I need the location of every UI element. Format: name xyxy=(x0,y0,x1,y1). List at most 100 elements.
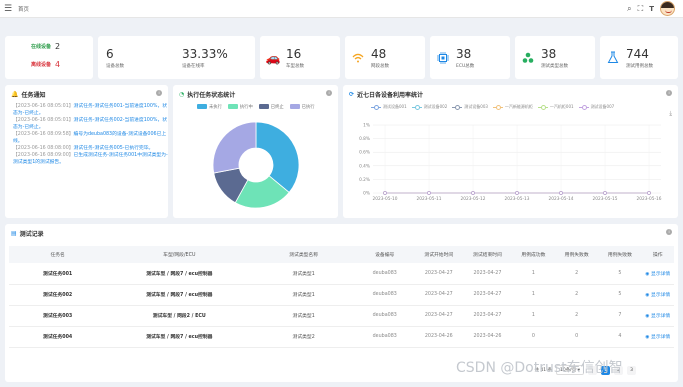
font-size-icon[interactable]: T xyxy=(649,5,654,13)
cell-fail: 0 xyxy=(555,326,599,348)
notice-item[interactable]: 【2023-06-16 08:09:58】编号为deuba083的设备-测试设备… xyxy=(13,131,168,145)
col-header[interactable]: 测试类型名称 xyxy=(252,246,355,263)
flask-icon xyxy=(600,51,626,64)
ecu-total-value: 38 xyxy=(456,46,472,61)
data-point[interactable] xyxy=(427,191,431,195)
cell-start: 2023-04-27 xyxy=(414,284,464,306)
cell-start: 2023-04-27 xyxy=(414,263,464,285)
data-point[interactable] xyxy=(559,191,563,195)
fullscreen-icon[interactable]: ⛶ xyxy=(638,4,644,14)
data-point[interactable] xyxy=(603,191,607,195)
segment-total-value: 48 xyxy=(371,46,387,61)
ecu-total-label: ECU总数 xyxy=(456,63,475,69)
notice-text[interactable]: 测试任务-测试任务005-已执行完毕。 xyxy=(74,146,154,151)
records-table: 任务名 车型/网段/ECU 测试类型名称 设备编号 测试开始时间 测试结束时间 … xyxy=(9,246,674,348)
col-header[interactable]: 设备编号 xyxy=(355,246,415,263)
cell-end: 2023-04-27 xyxy=(463,284,512,306)
cell-task: 测试任务004 xyxy=(9,326,107,348)
cell-task: 测试任务002 xyxy=(9,284,107,306)
device-total-label: 设备总数 xyxy=(106,63,124,69)
info-icon[interactable]: i xyxy=(156,90,162,96)
cell-fail2: 5 xyxy=(598,263,642,285)
avatar[interactable] xyxy=(660,1,675,16)
cell-type: 测试类型1 xyxy=(252,305,355,327)
molecule-icon xyxy=(515,52,541,64)
notice-item[interactable]: 【2023-06-16 08:05:01】测试任务-测试任务002-当前进度10… xyxy=(13,117,168,131)
cell-vehicle: 测试车型 / 网段7 / ecu控制器 xyxy=(106,326,253,348)
y-tick-label: 1% xyxy=(363,123,370,129)
notice-item[interactable]: 【2023-06-16 08:09:00】已生成测试任务-测试任务001中测试类… xyxy=(13,152,168,166)
pie-slice-已执行[interactable] xyxy=(212,121,257,174)
col-header[interactable]: 测试结束时间 xyxy=(463,246,512,263)
data-point[interactable] xyxy=(471,191,475,195)
offline-label: 离线设备 xyxy=(31,62,52,68)
test-records-title-text: 测试记录 xyxy=(19,231,44,238)
test-type-total-label: 测试类型总数 xyxy=(541,63,568,69)
cell-type: 测试类型2 xyxy=(252,326,355,348)
show-details-link[interactable]: ◉ 显示详情 xyxy=(645,272,670,277)
ecu-total-card: 38 ECU总数 xyxy=(430,36,510,79)
show-details-link[interactable]: ◉ 显示详情 xyxy=(645,314,670,319)
bell-icon: 🔔 xyxy=(11,91,19,98)
cell-action: ◉ 显示详情 xyxy=(641,305,674,327)
cell-vehicle: 测试车型 / 网段7 / ecu控制器 xyxy=(106,263,253,285)
cell-type: 测试类型1 xyxy=(252,263,355,285)
utilization-panel: ⟳ 近七日各设备利用率统计 i 测试设备001 测试设备002 测试设备003 … xyxy=(343,85,678,218)
menu-fold-icon[interactable]: ☰ xyxy=(0,0,16,18)
page-button[interactable]: 3 xyxy=(627,365,636,375)
cell-action: ◉ 显示详情 xyxy=(641,326,674,348)
vehicle-total-card: 🚗 16 车型总数 xyxy=(260,36,340,79)
utilization-line-chart: 0% 0.2% 0.4% 0.6% 0.8% 1% 2023-05-10 2023-05-11… xyxy=(359,123,662,203)
device-total-card: 6 设备总数 33.33% 设备在线率 xyxy=(98,36,255,79)
col-header[interactable]: 用例成功数 xyxy=(511,246,556,263)
header-tools: ⌕ ⛶ T xyxy=(627,1,675,16)
segment-total-label: 网段总数 xyxy=(371,63,389,69)
cell-fail: 2 xyxy=(555,284,599,306)
col-header[interactable]: 车型/网段/ECU xyxy=(106,246,253,263)
col-header[interactable]: 用例失败数 xyxy=(555,246,599,263)
table-header-row: 任务名 车型/网段/ECU 测试类型名称 设备编号 测试开始时间 测试结束时间 … xyxy=(9,246,674,263)
notice-item[interactable]: 【2023-06-16 08:05:01】测试任务-测试任务001-当前进度10… xyxy=(13,103,168,117)
car-icon: 🚗 xyxy=(265,50,281,65)
cell-start: 2023-04-26 xyxy=(414,326,464,348)
col-header[interactable]: 测试开始时间 xyxy=(414,246,464,263)
task-notice-title-text: 任务通知 xyxy=(21,92,46,99)
cell-vehicle: 测试车型 / 网段7 / ecu控制器 xyxy=(106,284,253,306)
cell-fail: 2 xyxy=(555,263,599,285)
data-point[interactable] xyxy=(647,191,651,195)
notice-time: 【2023-06-16 08:05:01】 xyxy=(13,118,74,123)
show-details-link[interactable]: ◉ 显示详情 xyxy=(645,335,670,340)
table-row: 测试任务002 测试车型 / 网段7 / ecu控制器 测试类型1 deuba0… xyxy=(9,284,674,306)
cell-task: 测试任务003 xyxy=(9,305,107,327)
eye-icon: ◉ xyxy=(645,335,650,340)
cell-success: 0 xyxy=(511,326,556,348)
show-details-link[interactable]: ◉ 显示详情 xyxy=(645,293,670,298)
top-header: ☰ 首页 ⌕ ⛶ T xyxy=(0,0,683,18)
test-type-total-card: 38 测试类型总数 xyxy=(515,36,595,79)
y-tick-label: 0.6% xyxy=(359,150,370,156)
data-point[interactable] xyxy=(383,191,387,195)
x-tick-label: 2023-05-14 xyxy=(549,196,574,202)
cell-end: 2023-04-27 xyxy=(463,305,512,327)
breadcrumb[interactable]: 首页 xyxy=(18,5,29,13)
x-tick-label: 2023-05-11 xyxy=(417,196,442,202)
notice-item[interactable]: 【2023-06-16 08:08:00】测试任务-测试任务005-已执行完毕。 xyxy=(13,145,168,152)
x-tick-label: 2023-05-12 xyxy=(461,196,486,202)
cell-success: 1 xyxy=(511,284,556,306)
search-icon[interactable]: ⌕ xyxy=(627,4,631,14)
device-status-card: 在线设备 2 离线设备 4 xyxy=(5,36,93,79)
eye-icon: ◉ xyxy=(645,271,650,277)
online-rate-value: 33.33% xyxy=(182,46,228,61)
table-row: 测试任务001 测试车型 / 网段7 / ecu控制器 测试类型1 deuba0… xyxy=(9,263,674,285)
records-table-wrap: 任务名 车型/网段/ECU 测试类型名称 设备编号 测试开始时间 测试结束时间 … xyxy=(9,246,674,348)
info-icon[interactable]: i xyxy=(666,229,672,235)
chip-icon xyxy=(430,51,456,64)
vehicle-total-value: 16 xyxy=(286,46,302,61)
data-point[interactable] xyxy=(515,191,519,195)
notice-time: 【2023-06-16 08:05:01】 xyxy=(13,104,74,109)
segment-total-card: 48 网段总数 xyxy=(345,36,425,79)
col-header[interactable]: 用例失败数 xyxy=(598,246,642,263)
col-header[interactable]: 任务名 xyxy=(9,246,107,263)
cell-fail: 2 xyxy=(555,305,599,327)
col-header: 操作 xyxy=(641,246,674,263)
